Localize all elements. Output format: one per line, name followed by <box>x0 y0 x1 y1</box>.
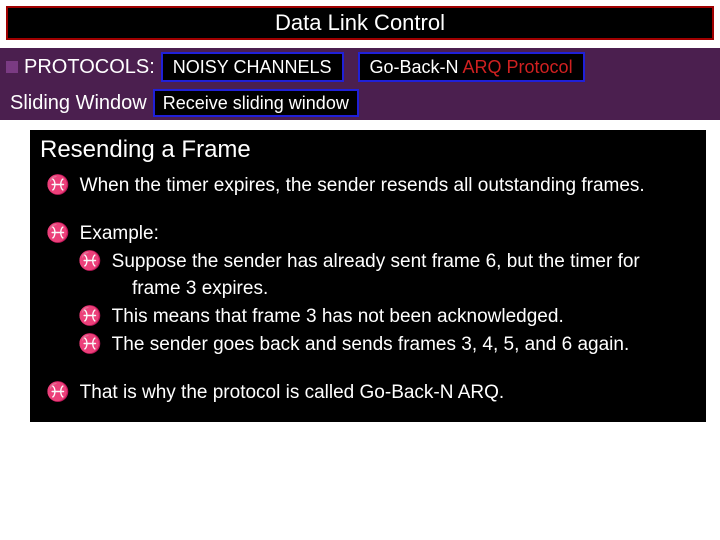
pisces-icon: ♓ <box>78 333 102 357</box>
pisces-icon: ♓ <box>46 174 70 198</box>
bullet-2c-text: The sender goes back and sends frames 3,… <box>112 333 696 357</box>
gbn-prefix: Go-Back-N <box>370 57 463 77</box>
slide-title: Data Link Control <box>275 10 445 36</box>
bullet-2-text: Example: <box>80 222 696 246</box>
spacer <box>40 361 696 377</box>
bullet-2c: ♓ The sender goes back and sends frames … <box>40 333 696 357</box>
pisces-icon: ♓ <box>46 381 70 405</box>
bullet-3-text: That is why the protocol is called Go-Ba… <box>80 381 696 405</box>
protocols-label: PROTOCOLS: <box>24 56 155 79</box>
bullet-2a-text-line1: Suppose the sender has already sent fram… <box>112 250 696 274</box>
breadcrumb-row-1: PROTOCOLS: NOISY CHANNELS Go-Back-N ARQ … <box>0 48 720 86</box>
bullet-1-text: When the timer expires, the sender resen… <box>80 174 696 198</box>
gbn-protocol-text: Go-Back-N ARQ Protocol <box>370 57 573 78</box>
bullet-2b-text: This means that frame 3 has not been ack… <box>112 305 696 329</box>
section-title: Resending a Frame <box>40 136 696 164</box>
sliding-window-label: Sliding Window <box>10 92 147 115</box>
pisces-icon: ♓ <box>78 250 102 274</box>
pisces-icon: ♓ <box>46 222 70 246</box>
bullet-2a-text-line2: frame 3 expires. <box>40 277 696 301</box>
bullet-2: ♓ Example: <box>40 222 696 246</box>
breadcrumb-row-2: Sliding Window Receive sliding window <box>0 86 720 120</box>
slide: Data Link Control PROTOCOLS: NOISY CHANN… <box>0 0 720 540</box>
receive-window-text: Receive sliding window <box>163 93 349 114</box>
receive-window-box: Receive sliding window <box>153 89 359 117</box>
noisy-channels-box: NOISY CHANNELS <box>161 52 344 82</box>
gbn-protocol-box: Go-Back-N ARQ Protocol <box>358 52 585 82</box>
title-bar: Data Link Control <box>6 6 714 40</box>
bullet-2a: ♓ Suppose the sender has already sent fr… <box>40 250 696 274</box>
noisy-channels-text: NOISY CHANNELS <box>173 57 332 78</box>
bullet-2b: ♓ This means that frame 3 has not been a… <box>40 305 696 329</box>
gbn-arq: ARQ Protocol <box>463 57 573 77</box>
square-bullet-icon <box>6 61 18 73</box>
spacer <box>40 202 696 218</box>
content-block: Resending a Frame ♓ When the timer expir… <box>30 130 706 422</box>
bullet-1: ♓ When the timer expires, the sender res… <box>40 174 696 198</box>
pisces-icon: ♓ <box>78 305 102 329</box>
bullet-3: ♓ That is why the protocol is called Go-… <box>40 381 696 405</box>
